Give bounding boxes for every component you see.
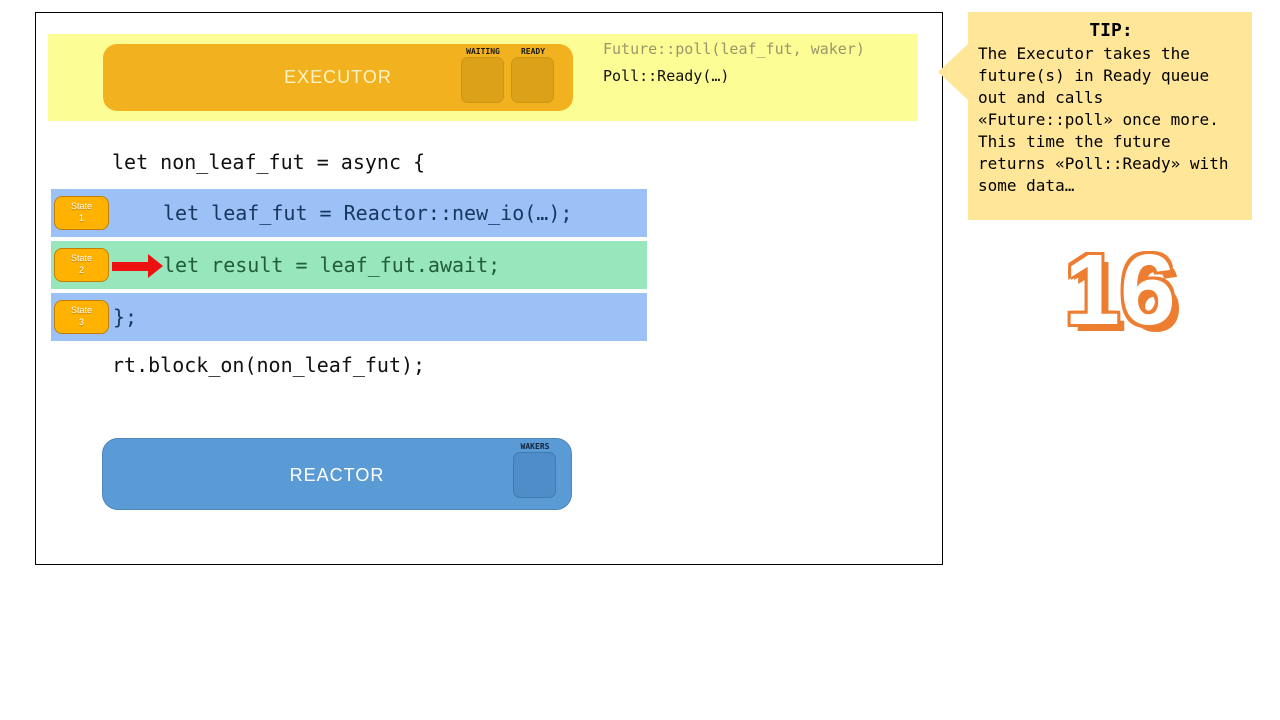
ready-queue-label: READY (511, 47, 555, 56)
waiting-queue-slot (461, 57, 504, 103)
wakers-queue: WAKERS (513, 442, 557, 498)
waiting-queue-label: WAITING (461, 47, 505, 56)
executor-banner: EXECUTOR WAITING READY Future::poll(leaf… (48, 34, 918, 121)
state1-badge: State 1 (54, 196, 109, 230)
code-closing-line: rt.block_on(non_leaf_fut); (112, 352, 425, 378)
tip-body: The Executor takes the future(s) in Read… (978, 43, 1244, 197)
state2-badge-label: State (71, 253, 92, 263)
wakers-queue-slot (513, 452, 556, 498)
arrow-tail (112, 262, 148, 271)
reactor-box: REACTOR WAKERS (102, 438, 572, 510)
state3-badge: State 3 (54, 300, 109, 334)
executor-box: EXECUTOR WAITING READY (103, 44, 573, 111)
state1-badge-label: State (71, 201, 92, 211)
state1-badge-number: 1 (79, 213, 84, 223)
tip-callout-pointer (938, 44, 968, 100)
code-line-state1: let leaf_fut = Reactor::new_io(…); (163, 189, 572, 237)
code-line-state2: let result = leaf_fut.await; (163, 241, 500, 289)
tip-callout: TIP: The Executor takes the future(s) in… (968, 12, 1252, 220)
tip-title: TIP: (978, 20, 1244, 41)
arrow-head (148, 254, 163, 278)
reactor-label: REACTOR (103, 439, 571, 511)
state3-badge-label: State (71, 305, 92, 315)
code-row-state3: State 3 }; (51, 293, 647, 341)
code-opening-line: let non_leaf_fut = async { (112, 149, 425, 175)
state2-badge-number: 2 (79, 265, 84, 275)
waiting-queue: WAITING (461, 47, 505, 103)
poll-ready-result-text: Poll::Ready(…) (603, 65, 729, 87)
code-line-state3: }; (113, 293, 137, 341)
code-row-state2: State 2 let result = leaf_fut.await; (51, 241, 647, 289)
diagram-frame: EXECUTOR WAITING READY Future::poll(leaf… (35, 12, 943, 565)
current-line-arrow-icon (112, 254, 163, 278)
wakers-queue-label: WAKERS (513, 442, 557, 451)
ready-queue-slot (511, 57, 554, 103)
state3-badge-number: 3 (79, 317, 84, 327)
future-poll-call-text: Future::poll(leaf_fut, waker) (603, 38, 865, 60)
page-number: 16 (1030, 234, 1210, 346)
state2-badge: State 2 (54, 248, 109, 282)
code-row-state1: State 1 let leaf_fut = Reactor::new_io(…… (51, 189, 647, 237)
ready-queue: READY (511, 47, 555, 103)
